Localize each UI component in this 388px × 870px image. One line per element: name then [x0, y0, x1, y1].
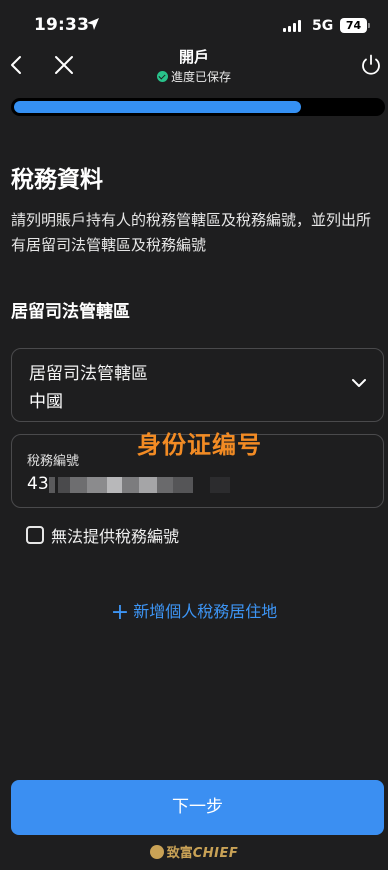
plus-icon: +	[110, 600, 130, 625]
jurisdiction-select[interactable]: 居留司法管轄區 中國	[11, 348, 384, 422]
progress-fill	[14, 101, 302, 113]
save-status-text: 進度已保存	[170, 70, 231, 84]
no-tax-id-checkbox[interactable]: 無法提供稅務編號	[26, 523, 179, 547]
section-description: 請列明賬戶持有人的稅務管轄區及稅務編號，並列出所有居留司法管轄區及稅務編號	[11, 211, 372, 254]
check-circle-icon	[156, 71, 168, 82]
nav-bar: 開戶 進度已保存	[0, 44, 388, 92]
power-icon[interactable]	[358, 52, 384, 78]
tax-id-value: 43	[27, 474, 49, 494]
next-button[interactable]: 下一步	[11, 780, 384, 835]
add-link-label: 新增個人稅務居住地	[133, 602, 278, 621]
brand-en: CHIEF	[192, 846, 239, 861]
add-tax-residency-link[interactable]: + 新增個人稅務居住地	[0, 598, 388, 625]
network-type: 5G	[312, 18, 334, 34]
location-arrow-icon	[87, 18, 99, 30]
status-time: 19:33	[34, 15, 90, 35]
overlay-annotation: 身份证编号	[137, 431, 262, 459]
progress-bar	[11, 98, 385, 116]
brand-icon	[149, 845, 164, 859]
signal-icon	[283, 20, 301, 32]
tax-id-label: 稅務編號	[27, 454, 80, 469]
page-title: 開戶	[178, 48, 209, 66]
jurisdiction-label: 居留司法管轄區	[29, 364, 148, 384]
jurisdiction-section-label: 居留司法管轄區	[11, 302, 130, 322]
checkbox-label: 無法提供稅務編號	[51, 527, 180, 546]
jurisdiction-value: 中國	[29, 392, 63, 412]
battery-indicator: 74	[340, 18, 370, 33]
brand-logo: 致富CHIEF	[0, 842, 388, 861]
status-bar: 19:33 5G 74	[0, 0, 388, 44]
chevron-down-icon	[352, 379, 366, 387]
checkbox-icon[interactable]	[26, 526, 44, 544]
brand-cn: 致富	[166, 846, 193, 861]
section-heading: 稅務資料	[11, 167, 103, 193]
save-status: 進度已保存	[0, 68, 388, 85]
